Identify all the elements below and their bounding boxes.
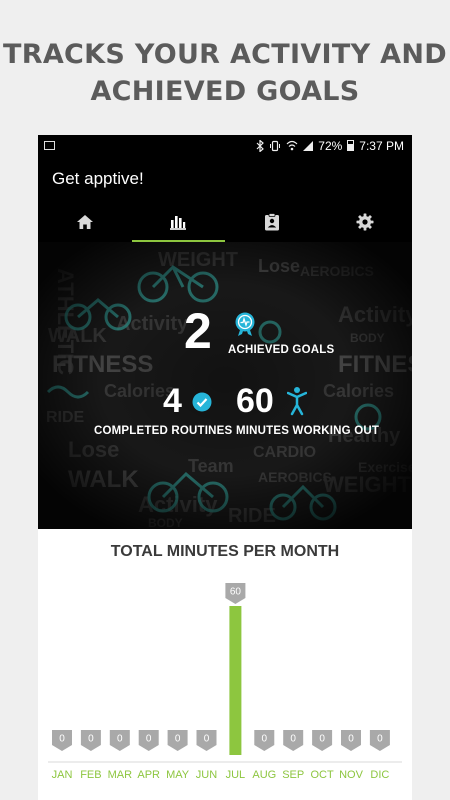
vibrate-icon (270, 140, 281, 151)
month-label-feb: FEB (80, 769, 101, 781)
gallery-icon (44, 141, 55, 150)
month-label-jul: JUL (226, 769, 246, 781)
check-badge-icon (192, 392, 212, 412)
monthly-chart-card: TOTAL MINUTES PER MONTH 0 JAN 0 FEB 0 MAR 0 APR… (38, 529, 412, 800)
app-title: Get apptive! (52, 169, 144, 188)
month-label-apr: APR (137, 769, 160, 781)
headline-line-2: ACHIEVED GOALS (90, 76, 360, 107)
bar-chart-icon (170, 216, 187, 230)
bar-jul (229, 606, 242, 755)
status-bar: 72% 7:37 PM (38, 135, 412, 156)
tab-stats[interactable] (131, 202, 226, 242)
value-label-aug: 0 (262, 734, 268, 745)
monthly-bar-chart: 0 JAN 0 FEB 0 MAR 0 APR 0 MAY 0 JUN 60 JUL 0 AUG 0 SEP 0 OC… (48, 583, 402, 781)
value-label-mar: 0 (117, 734, 123, 745)
completed-routines-label: COMPLETED ROUTINES (94, 425, 233, 437)
month-label-sep: SEP (282, 769, 304, 781)
tab-routines[interactable] (225, 202, 319, 242)
promo-headline: TRACKS YOUR ACTIVITY AND ACHIEVED GOALS (0, 36, 450, 110)
headline-line-1: TRACKS YOUR ACTIVITY AND (3, 39, 447, 70)
bluetooth-icon (256, 139, 265, 152)
home-icon (76, 215, 93, 229)
value-label-jun: 0 (204, 734, 210, 745)
battery-percentage: 72% (318, 138, 343, 153)
app-bar: Get apptive! (38, 156, 412, 202)
month-label-nov: NOV (339, 769, 364, 781)
achieved-goals-label: ACHIEVED GOALS (228, 344, 335, 356)
clipboard-icon (264, 213, 279, 231)
month-label-jun: JUN (196, 769, 217, 781)
month-label-mar: MAR (108, 769, 133, 781)
achieved-goals-count: 2 (184, 303, 212, 359)
value-label-oct: 0 (319, 734, 325, 745)
phone-screen: 72% 7:37 PM Get apptive! 2 ACHIEVED GOAL… (38, 135, 412, 800)
value-label-apr: 0 (146, 734, 152, 745)
value-label-nov: 0 (348, 734, 354, 745)
signal-icon (303, 140, 314, 151)
value-label-feb: 0 (88, 734, 94, 745)
goal-medal-icon (235, 312, 255, 336)
tab-bar (38, 202, 412, 242)
completed-routines-count: 4 (163, 382, 182, 420)
month-label-may: MAY (166, 769, 190, 781)
value-label-jan: 0 (59, 734, 65, 745)
tab-settings[interactable] (319, 202, 413, 242)
status-time: 7:37 PM (359, 138, 404, 153)
month-label-dic: DIC (370, 769, 389, 781)
person-exercise-icon (287, 387, 307, 416)
wifi-icon (286, 140, 298, 151)
fitness-words-background: ATHLETIC WEIGHT Lose AEROBICS Activity B… (38, 242, 412, 529)
value-label-sep: 0 (290, 734, 296, 745)
tab-home[interactable] (38, 202, 132, 242)
gear-icon (356, 213, 374, 231)
battery-icon (347, 140, 355, 151)
stats-hero: ATHLETIC WEIGHT Lose AEROBICS Activity B… (38, 242, 412, 529)
month-label-jan: JAN (52, 769, 73, 781)
month-label-oct: OCT (310, 769, 334, 781)
value-label-jul: 60 (230, 587, 242, 598)
month-label-aug: AUG (252, 769, 276, 781)
minutes-working-out-count: 60 (236, 382, 274, 420)
value-label-may: 0 (175, 734, 181, 745)
value-label-dic: 0 (377, 734, 383, 745)
minutes-working-out-label: MINUTES WORKING OUT (236, 425, 380, 437)
